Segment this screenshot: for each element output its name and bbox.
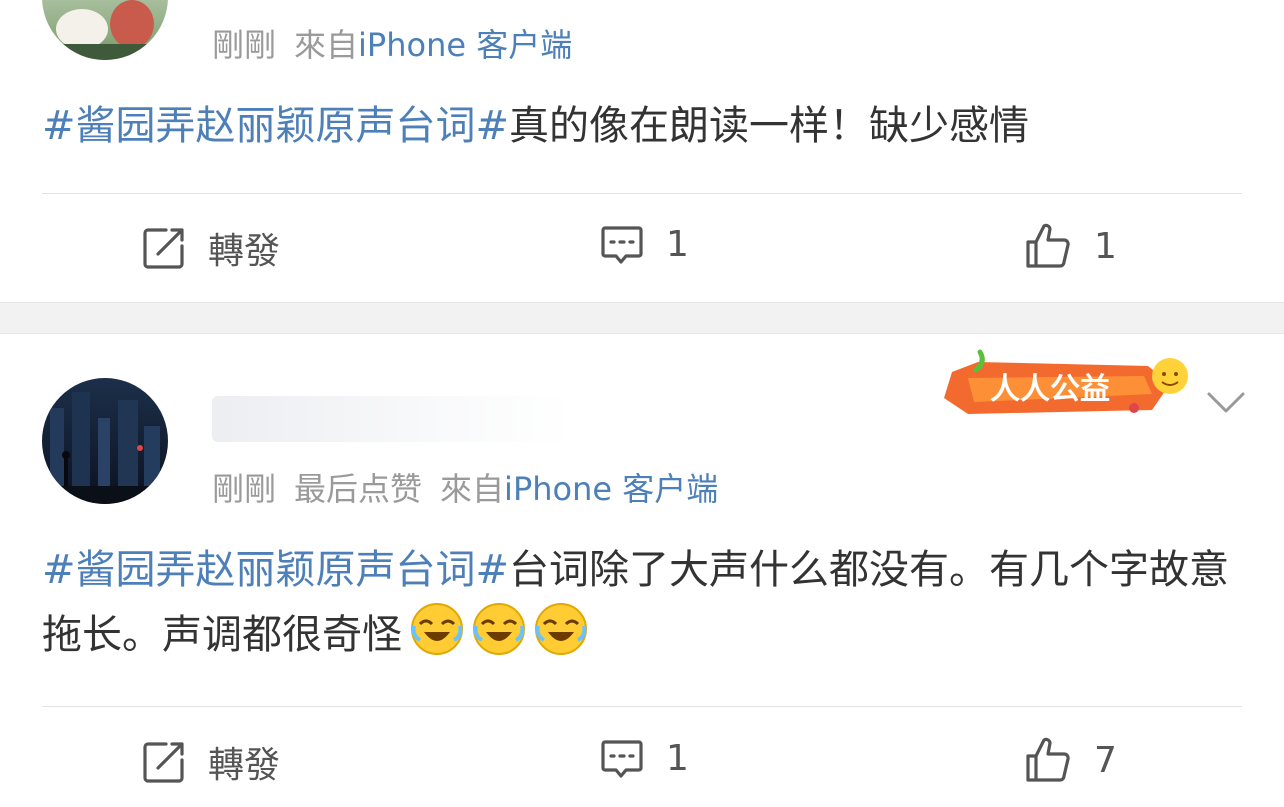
laughing-crying-emoji (410, 602, 464, 656)
post-meta: 剛剛 最后点赞 來自iPhone 客户端 (212, 464, 718, 510)
repost-button[interactable]: 轉發 (142, 736, 280, 788)
thumbs-up-icon (1026, 223, 1070, 268)
post-time: 剛剛 (212, 470, 277, 508)
post-text: #酱园弄赵丽颖原声台词#台词除了大声什么都没有。有几个字故意拖长。声调都很奇怪 (42, 538, 1242, 667)
thumbs-up-icon (1026, 737, 1070, 782)
comment-count: 1 (666, 737, 689, 779)
from-label: 來自 (440, 470, 505, 508)
post-body: 真的像在朗读一样！缺少感情 (509, 103, 1030, 149)
topic-link[interactable]: #酱园弄赵丽颖原声台词# (42, 103, 509, 149)
comment-button[interactable]: 1 (600, 736, 689, 780)
comment-icon (601, 740, 643, 778)
from-label: 來自 (294, 26, 359, 64)
feed-separator (0, 302, 1284, 334)
repost-label: 轉發 (208, 745, 281, 786)
laughing-crying-emoji (472, 602, 526, 656)
comment-button[interactable]: 1 (600, 222, 689, 266)
repost-icon (143, 228, 184, 269)
post-meta: 剛剛 來自iPhone 客户端 (212, 20, 572, 66)
like-count: 7 (1094, 739, 1117, 781)
like-button[interactable]: 7 (1024, 736, 1117, 784)
post-1: 剛剛 來自iPhone 客户端 #酱园弄赵丽颖原声台词#真的像在朗读一样！缺少感情… (0, 0, 1284, 302)
post-text: #酱园弄赵丽颖原声台词#真的像在朗读一样！缺少感情 (42, 94, 1242, 158)
post-time: 剛剛 (212, 26, 277, 64)
avatar[interactable] (42, 378, 168, 504)
last-liked-label: 最后点赞 (294, 470, 423, 508)
comment-icon (601, 226, 643, 264)
laughing-crying-emoji (534, 602, 588, 656)
charity-badge[interactable]: 人人公益 (938, 344, 1200, 420)
client-link[interactable]: iPhone 客户端 (358, 26, 572, 64)
username-obscured[interactable] (212, 396, 572, 442)
repost-button[interactable]: 轉發 (142, 222, 280, 274)
topic-link[interactable]: #酱园弄赵丽颖原声台词# (42, 547, 509, 593)
like-count: 1 (1094, 225, 1117, 267)
like-button[interactable]: 1 (1024, 222, 1117, 270)
charity-badge-label: 人人公益 (990, 372, 1110, 407)
divider (42, 706, 1242, 707)
divider (42, 193, 1242, 194)
avatar[interactable] (42, 0, 168, 60)
comment-count: 1 (666, 223, 689, 265)
repost-label: 轉發 (208, 231, 281, 272)
chevron-down-icon[interactable] (1206, 390, 1246, 416)
client-link[interactable]: iPhone 客户端 (504, 470, 718, 508)
repost-icon (143, 742, 184, 783)
